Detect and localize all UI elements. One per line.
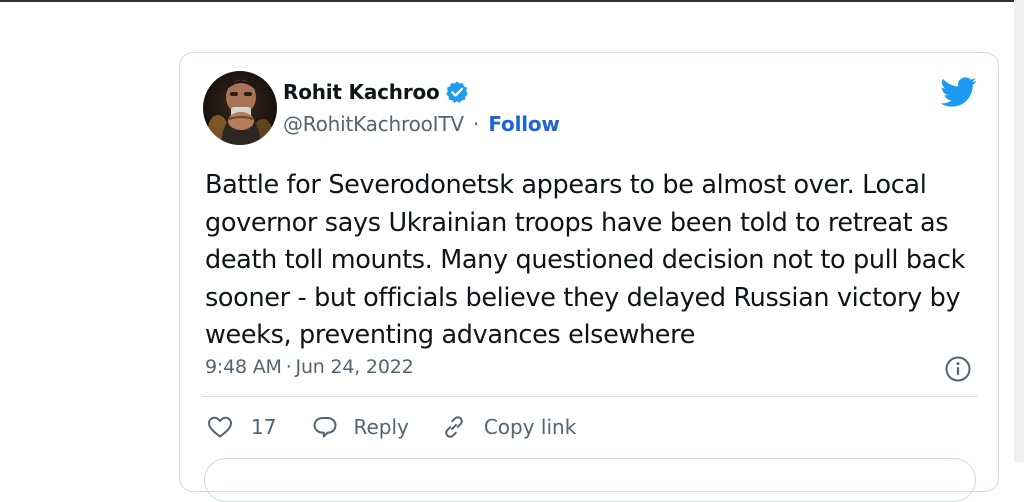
verified-badge-icon: [445, 80, 469, 104]
like-count: 17: [251, 415, 277, 439]
author-handle[interactable]: @RohitKachrooITV: [283, 112, 464, 136]
speech-bubble-icon: [312, 415, 338, 439]
scrollbar-track[interactable]: [1014, 0, 1024, 462]
twitter-bird-icon[interactable]: [939, 73, 977, 111]
copy-link-button[interactable]: Copy link: [441, 414, 576, 440]
handle-separator: ·: [473, 112, 480, 136]
avatar[interactable]: [203, 71, 277, 145]
tweet-date[interactable]: Jun 24, 2022: [296, 356, 414, 378]
tweet-text: Battle for Severodonetsk appears to be a…: [205, 170, 966, 350]
author-handle-row: @RohitKachrooITV · Follow: [283, 112, 560, 136]
link-icon: [441, 414, 467, 440]
info-icon[interactable]: [944, 355, 972, 383]
reply-button[interactable]: Reply: [312, 415, 409, 439]
read-replies-button[interactable]: [204, 458, 976, 502]
follow-link[interactable]: Follow: [488, 112, 560, 136]
tweet-timestamp[interactable]: 9:48 AM · Jun 24, 2022: [205, 356, 414, 378]
tweet-time[interactable]: 9:48 AM: [205, 356, 282, 378]
heart-icon: [207, 415, 233, 439]
copy-link-label: Copy link: [483, 415, 577, 439]
author-display-name[interactable]: Rohit Kachroo: [283, 80, 440, 104]
action-divider: [202, 396, 977, 397]
author-name-row: Rohit Kachroo: [283, 80, 469, 104]
like-button[interactable]: 17: [207, 415, 276, 439]
meta-separator: ·: [285, 356, 292, 378]
tweet-actions-bar: 17 Reply Copy link: [207, 414, 576, 440]
reply-label: Reply: [353, 415, 409, 439]
embedded-tweet-card: Rohit Kachroo @RohitKachrooITV · Follow …: [179, 52, 999, 502]
top-border: [0, 0, 1024, 2]
